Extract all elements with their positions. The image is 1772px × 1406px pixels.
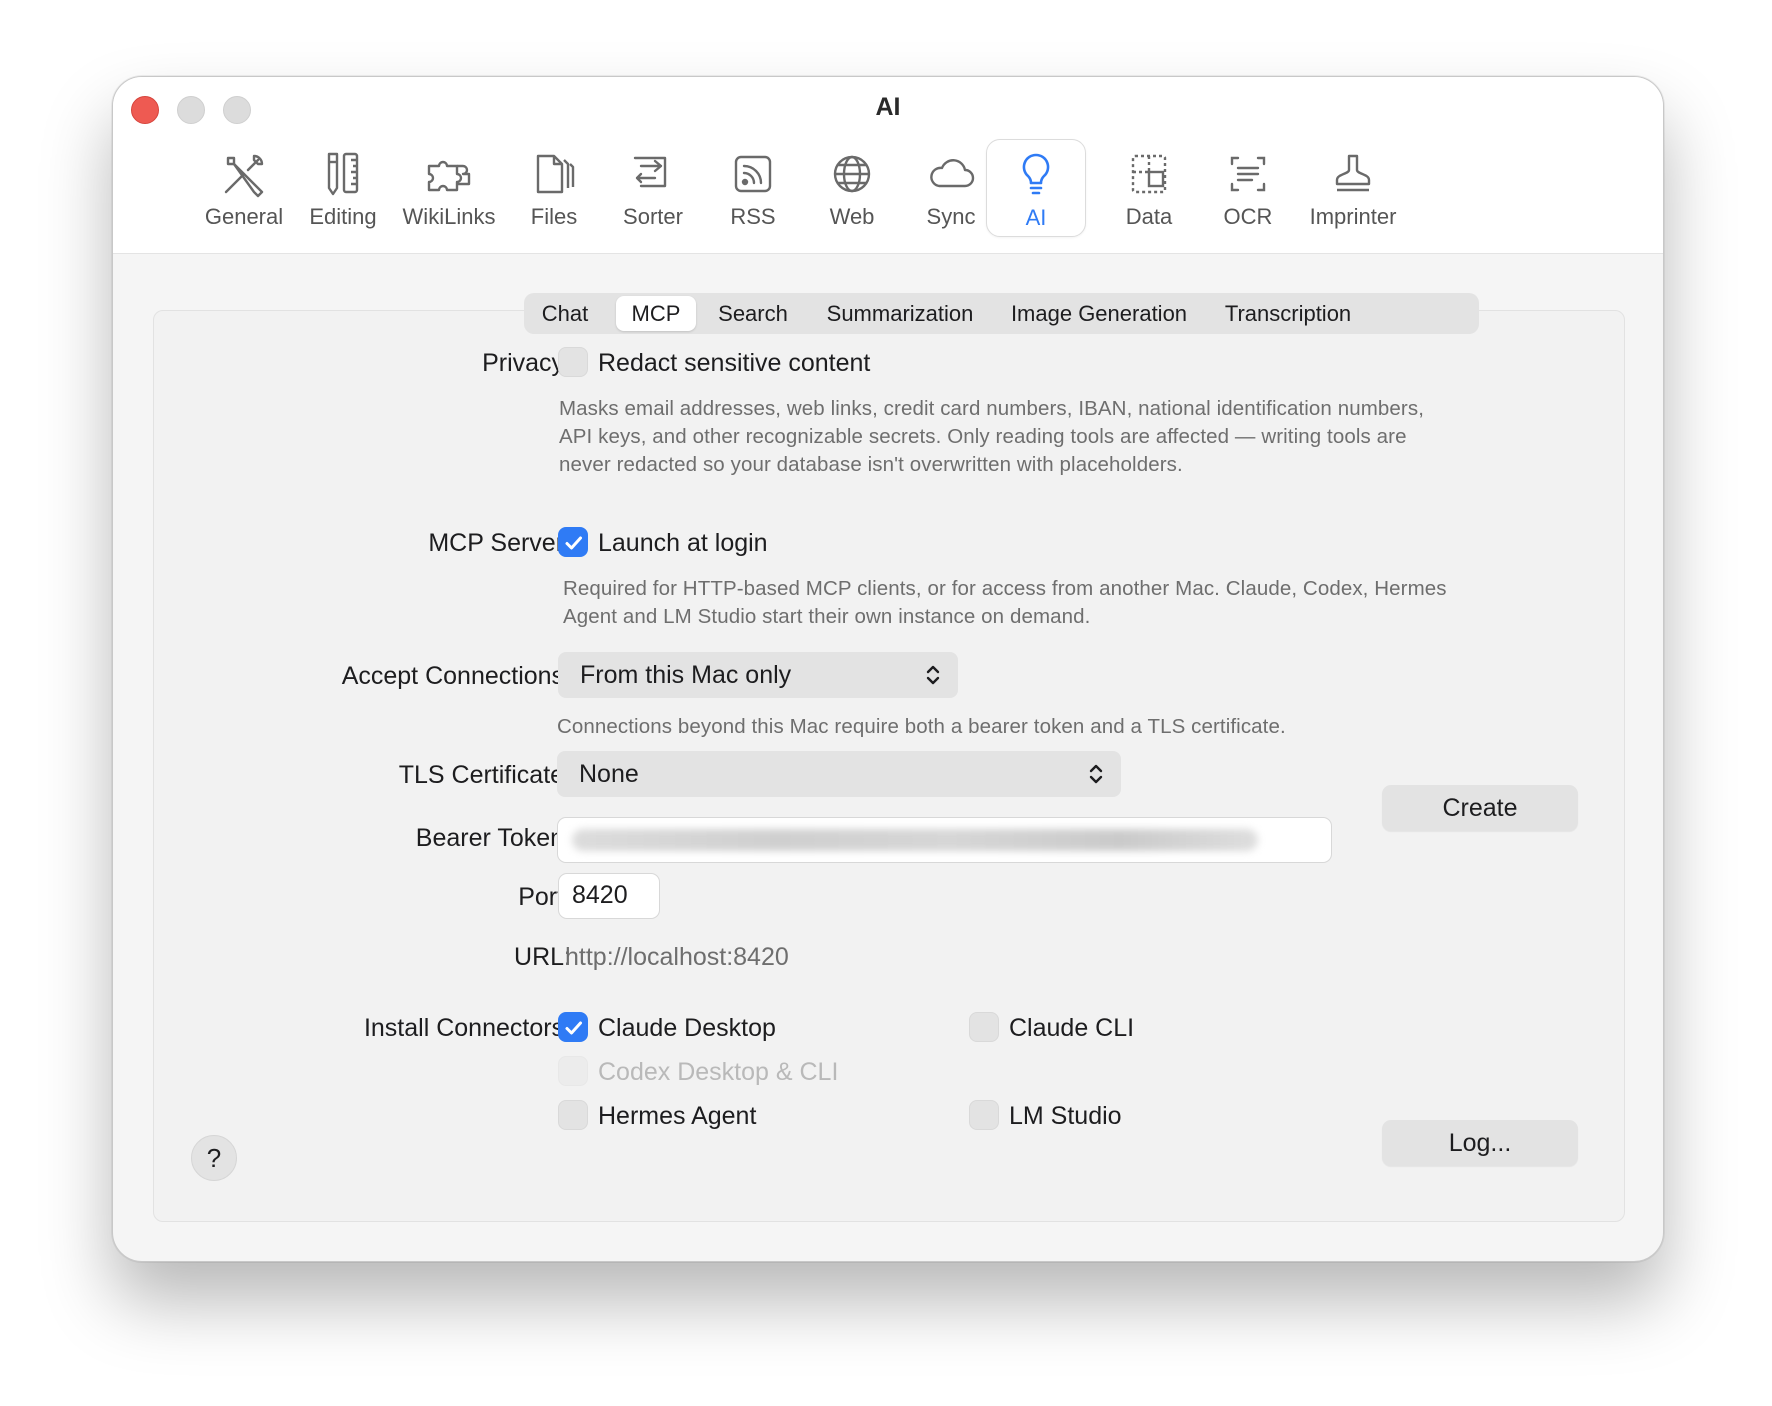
- tab-transcription[interactable]: Transcription: [1217, 296, 1359, 331]
- create-certificate-button[interactable]: Create: [1382, 785, 1578, 831]
- mcp-help-line: Agent and LM Studio start their own inst…: [563, 605, 1091, 628]
- general-tools-icon: [224, 154, 264, 198]
- window-title: AI: [875, 93, 901, 121]
- launch-at-login-checkbox[interactable]: [558, 527, 588, 557]
- toolbar-item-sorter[interactable]: Sorter: [597, 139, 709, 251]
- preferences-window: AI General Editing WikiLinks Files Sorte…: [112, 76, 1664, 1262]
- hermes-agent-label: Hermes Agent: [598, 1102, 757, 1130]
- url-label: URL:: [514, 943, 571, 971]
- toolbar-item-label: OCR: [1223, 204, 1273, 229]
- toolbar-item-ai[interactable]: AI: [986, 139, 1086, 237]
- claude-cli-checkbox[interactable]: [969, 1012, 999, 1042]
- help-button[interactable]: ?: [191, 1135, 237, 1181]
- toolbar-item-data[interactable]: Data: [1093, 139, 1205, 251]
- tls-certificate-label: TLS Certificate:: [398, 761, 571, 789]
- privacy-help-line: Masks email addresses, web links, credit…: [559, 397, 1424, 420]
- toolbar-item-label: Files: [530, 204, 578, 229]
- toolbar-item-general[interactable]: General: [188, 139, 300, 251]
- url-value[interactable]: http://localhost:8420: [565, 943, 789, 972]
- editing-pencil-ruler-icon: [327, 152, 359, 196]
- privacy-help-line: API keys, and other recognizable secrets…: [559, 425, 1407, 448]
- claude-cli-label: Claude CLI: [1009, 1014, 1135, 1042]
- accept-connections-value: From this Mac only: [580, 661, 792, 689]
- accept-connections-help: Connections beyond this Mac require both…: [557, 715, 1286, 738]
- install-connectors-label: Install Connectors:: [363, 1014, 571, 1042]
- toolbar-item-label: Sorter: [623, 204, 683, 229]
- chevron-up-down-icon: [926, 665, 940, 685]
- launch-at-login-label: Launch at login: [598, 529, 768, 557]
- rss-icon: [734, 155, 772, 193]
- toolbar-item-wikilinks[interactable]: WikiLinks: [393, 139, 505, 251]
- hermes-agent-checkbox[interactable]: [558, 1100, 588, 1130]
- mcp-server-label: MCP Server:: [428, 529, 571, 557]
- chevron-up-down-icon: [1089, 764, 1103, 784]
- mcp-server-help-text: Required for HTTP-based MCP clients, or …: [563, 575, 1447, 631]
- toolbar-item-label: Data: [1125, 204, 1173, 229]
- tab-image-generation[interactable]: Image Generation: [1004, 296, 1194, 331]
- toolbar-item-label: General: [204, 204, 284, 229]
- files-icon: [536, 154, 575, 194]
- privacy-help-text: Masks email addresses, web links, credit…: [559, 395, 1424, 479]
- checkmark-icon: [565, 1021, 582, 1035]
- lightbulb-icon: [1022, 153, 1050, 195]
- sorter-icon: [633, 156, 667, 188]
- toolbar-item-label: RSS: [730, 204, 776, 229]
- port-field[interactable]: 8420: [558, 873, 660, 919]
- tab-bar: Chat MCP Search Summarization Image Gene…: [524, 293, 1479, 334]
- toolbar-item-files[interactable]: Files: [498, 139, 610, 251]
- codex-label: Codex Desktop & CLI: [598, 1058, 839, 1086]
- redact-sensitive-checkbox[interactable]: [558, 347, 588, 377]
- toolbar-item-label: Imprinter: [1309, 204, 1397, 229]
- toolbar-item-web[interactable]: Web: [796, 139, 908, 251]
- bearer-token-redacted: [572, 829, 1258, 851]
- accept-connections-label: Accept Connections:: [341, 662, 571, 690]
- cloud-icon: [930, 159, 975, 188]
- bearer-token-label: Bearer Token:: [415, 824, 571, 852]
- mcp-help-line: Required for HTTP-based MCP clients, or …: [563, 577, 1447, 600]
- tls-certificate-value: None: [579, 760, 639, 788]
- codex-checkbox: [558, 1056, 588, 1086]
- toolbar-item-label: AI: [1025, 205, 1047, 230]
- toolbar-item-label: Editing: [309, 204, 377, 229]
- redact-sensitive-label: Redact sensitive content: [598, 349, 871, 377]
- toolbar-item-rss[interactable]: RSS: [697, 139, 809, 251]
- toolbar-item-label: WikiLinks: [402, 204, 496, 229]
- ocr-icon: [1230, 156, 1266, 192]
- stamp-icon: [1335, 154, 1371, 192]
- tab-summarization[interactable]: Summarization: [820, 296, 980, 331]
- accept-connections-select[interactable]: From this Mac only: [558, 652, 958, 698]
- wikilinks-puzzle-icon: [427, 160, 471, 192]
- claude-desktop-checkbox[interactable]: [558, 1012, 588, 1042]
- toolbar: AI General Editing WikiLinks Files Sorte…: [113, 77, 1663, 254]
- toolbar-item-label: Sync: [926, 204, 976, 229]
- tls-certificate-select[interactable]: None: [557, 751, 1121, 797]
- lm-studio-checkbox[interactable]: [969, 1100, 999, 1130]
- toolbar-item-imprinter[interactable]: Imprinter: [1288, 139, 1418, 251]
- toolbar-item-editing[interactable]: Editing: [287, 139, 399, 251]
- checkmark-icon: [565, 536, 582, 550]
- globe-icon: [833, 155, 871, 193]
- lm-studio-label: LM Studio: [1009, 1102, 1122, 1130]
- privacy-help-line: never redacted so your database isn't ov…: [559, 453, 1183, 476]
- tab-chat[interactable]: Chat: [530, 296, 600, 331]
- claude-desktop-label: Claude Desktop: [598, 1014, 776, 1042]
- log-button[interactable]: Log...: [1382, 1120, 1578, 1166]
- bearer-token-field[interactable]: [557, 817, 1332, 863]
- tab-mcp[interactable]: MCP: [616, 296, 696, 331]
- toolbar-item-label: Web: [829, 204, 875, 229]
- tab-search[interactable]: Search: [712, 296, 794, 331]
- data-icon: [1131, 154, 1167, 194]
